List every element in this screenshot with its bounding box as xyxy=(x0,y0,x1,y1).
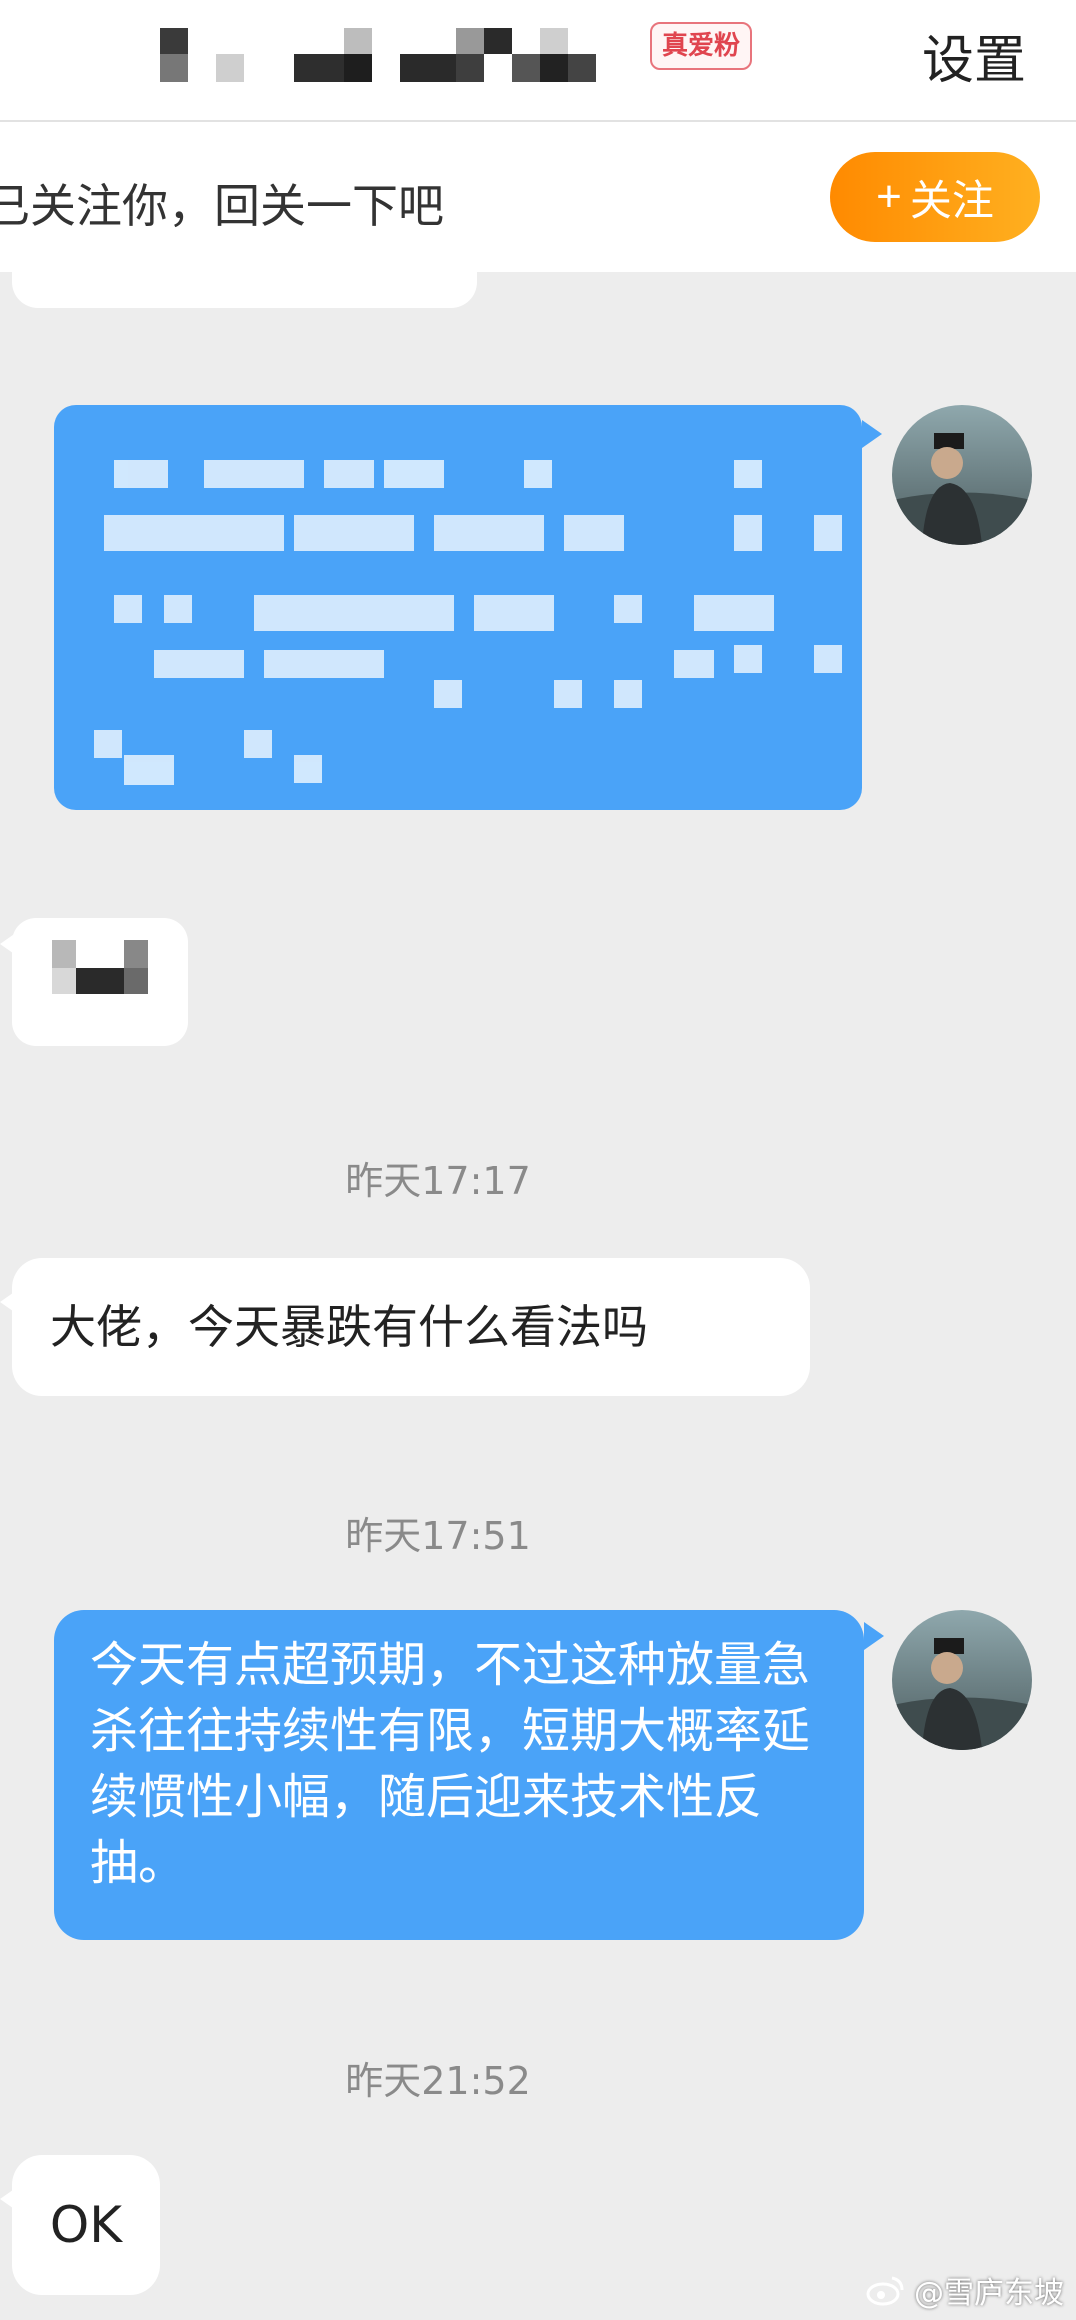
received-message-censored[interactable] xyxy=(12,918,188,1046)
bubble-tail xyxy=(862,420,882,448)
pixelated-content xyxy=(94,460,842,785)
settings-button[interactable]: 设置 xyxy=(922,18,1026,93)
chat-header: 真爱粉 设置 xyxy=(0,0,1076,122)
bubble-tail xyxy=(0,1288,20,1316)
message-text: OK xyxy=(49,2196,123,2254)
pixelated-content xyxy=(52,940,148,994)
sent-message-censored[interactable] xyxy=(54,405,862,810)
received-message[interactable]: OK xyxy=(12,2155,160,2295)
avatar-image xyxy=(892,1610,1032,1750)
message-text: 今天有点超预期，不过这种放量急杀往往持续性有限，短期大概率延续惯性小幅，随后迎来… xyxy=(90,1637,811,1891)
avatar[interactable] xyxy=(892,1610,1032,1750)
bubble-tail xyxy=(0,2185,20,2213)
follow-back-text: 已关注你，回关一下吧 xyxy=(0,179,444,233)
message-timestamp: 昨天21:52 xyxy=(345,2059,531,2103)
message-timestamp: 昨天17:51 xyxy=(345,1514,531,1558)
contact-name-censored xyxy=(160,28,640,84)
message-text: 大佬，今天暴跌有什么看法吗 xyxy=(50,1300,648,1354)
follow-button[interactable]: + 关注 xyxy=(830,152,1040,242)
fan-badge: 真爱粉 xyxy=(650,22,753,70)
received-message[interactable]: 大佬，今天暴跌有什么看法吗 xyxy=(12,1258,810,1396)
previous-message-bubble xyxy=(12,262,477,308)
watermark-text: @雪庐东坡 xyxy=(914,2276,1064,2311)
bubble-tail xyxy=(0,930,20,958)
sent-message[interactable]: 今天有点超预期，不过这种放量急杀往往持续性有限，短期大概率延续惯性小幅，随后迎来… xyxy=(54,1610,864,1940)
message-timestamp: 昨天17:17 xyxy=(345,1159,531,1203)
watermark: @雪庐东坡 xyxy=(866,2268,1064,2312)
avatar[interactable] xyxy=(892,405,1032,545)
follow-button-label: 关注 xyxy=(909,176,994,224)
weibo-icon xyxy=(866,2276,904,2306)
bubble-tail xyxy=(864,1622,884,1650)
avatar-image xyxy=(892,405,1032,545)
plus-icon: + xyxy=(876,172,902,221)
